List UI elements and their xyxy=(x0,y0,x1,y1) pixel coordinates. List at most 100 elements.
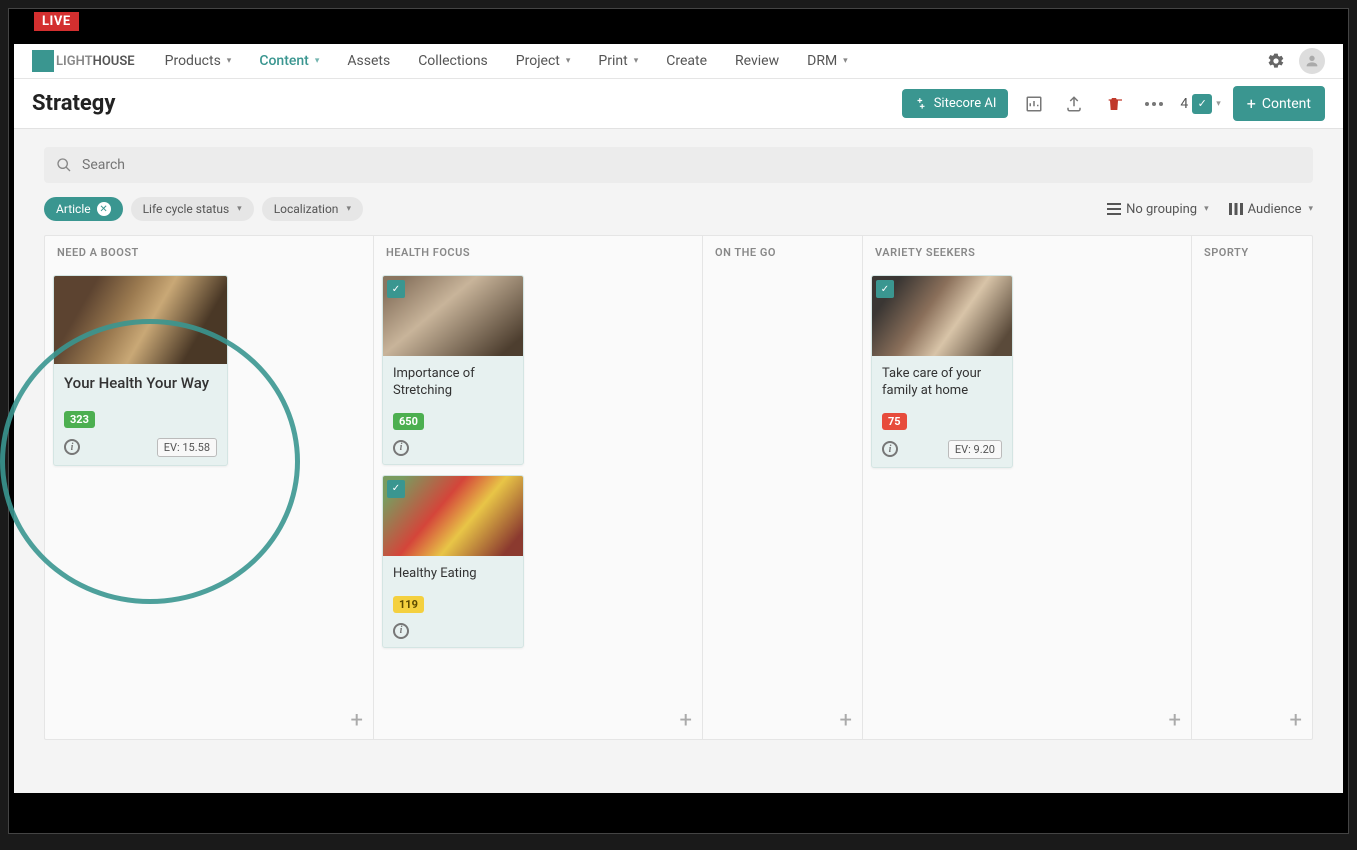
nav-print[interactable]: Print xyxy=(598,53,638,69)
ev-value: EV: 15.58 xyxy=(157,438,217,457)
user-avatar[interactable] xyxy=(1299,48,1325,74)
nav-review[interactable]: Review xyxy=(735,53,779,69)
app-window: LIGHT HOUSE Products Content Assets Coll… xyxy=(14,44,1343,793)
filter-row: Article ✕ Life cycle status Localization… xyxy=(44,197,1313,221)
column-on_the_go: ON THE GO + xyxy=(703,236,863,739)
filter-chip-article[interactable]: Article ✕ xyxy=(44,197,123,221)
logo-mark-icon xyxy=(32,50,54,72)
content-card[interactable]: ✓ Importance of Stretching 650 i xyxy=(382,275,524,465)
card-thumbnail: ✓ xyxy=(383,476,523,556)
nav-create[interactable]: Create xyxy=(666,53,707,69)
column-header: NEED A BOOST xyxy=(45,236,373,267)
card-title: Healthy Eating xyxy=(393,566,513,583)
chevron-down-icon: ▾ xyxy=(1216,99,1221,109)
column-sporty: SPORTY + xyxy=(1192,236,1312,739)
plus-icon: + xyxy=(1247,94,1256,113)
list-icon xyxy=(1107,203,1121,215)
ev-value: EV: 9.20 xyxy=(948,440,1002,459)
card-footer: i xyxy=(393,623,513,639)
search-icon xyxy=(56,157,72,173)
search-bar[interactable] xyxy=(44,147,1313,183)
card-title: Importance of Stretching xyxy=(393,366,513,400)
card-footer: i EV: 9.20 xyxy=(882,440,1002,459)
card-footer: i EV: 15.58 xyxy=(64,438,217,457)
sub-actions: Sitecore AI 4 ✓ ▾ xyxy=(902,86,1325,121)
selection-count[interactable]: 4 ✓ ▾ xyxy=(1180,94,1220,114)
audience-label: Audience xyxy=(1248,202,1302,217)
add-card-button[interactable]: + xyxy=(840,708,852,733)
filter-chip-localization[interactable]: Localization xyxy=(262,197,363,221)
gear-icon[interactable] xyxy=(1267,52,1285,70)
nav-drm[interactable]: DRM xyxy=(807,53,848,69)
page-title: Strategy xyxy=(32,91,902,116)
score-badge: 75 xyxy=(882,413,907,430)
add-card-button[interactable]: + xyxy=(1290,708,1302,733)
info-icon[interactable]: i xyxy=(64,439,80,455)
column-health_focus: HEALTH FOCUS ✓ Importance of Stretching 650… xyxy=(374,236,703,739)
logo-text-1: LIGHT xyxy=(56,54,93,69)
columns-icon xyxy=(1229,203,1243,215)
card-body: Importance of Stretching 650 i xyxy=(383,356,523,464)
search-input[interactable] xyxy=(82,157,1301,173)
stats-icon[interactable] xyxy=(1020,90,1048,118)
score-badge: 650 xyxy=(393,413,424,430)
card-body: Take care of your family at home 75 i EV: 9… xyxy=(872,356,1012,467)
column-variety_seekers: VARIETY SEEKERS ✓ Take care of your family… xyxy=(863,236,1192,739)
column-header: ON THE GO xyxy=(703,236,862,267)
upload-icon[interactable] xyxy=(1060,90,1088,118)
kanban-board: NEED A BOOST Your Health Your Way 323 i EV: … xyxy=(44,235,1313,740)
column-header: VARIETY SEEKERS xyxy=(863,236,1191,267)
filter-chip-article-label: Article xyxy=(56,202,91,216)
nav-content[interactable]: Content xyxy=(259,53,319,69)
content-card[interactable]: ✓ Healthy Eating 119 i xyxy=(382,475,524,648)
info-icon[interactable]: i xyxy=(882,441,898,457)
audience-select[interactable]: Audience xyxy=(1229,202,1313,217)
content-card[interactable]: Your Health Your Way 323 i EV: 15.58 xyxy=(53,275,228,466)
sitecore-ai-button[interactable]: Sitecore AI xyxy=(902,89,1009,118)
card-footer: i xyxy=(393,440,513,456)
ai-icon xyxy=(914,97,928,111)
score-badge: 323 xyxy=(64,411,95,428)
column-body xyxy=(1192,267,1312,739)
card-title: Take care of your family at home xyxy=(882,366,1002,400)
card-title: Your Health Your Way xyxy=(64,374,217,394)
delete-icon[interactable] xyxy=(1100,90,1128,118)
add-card-button[interactable]: + xyxy=(1169,708,1181,733)
column-header: SPORTY xyxy=(1192,236,1312,267)
check-icon[interactable]: ✓ xyxy=(876,280,894,298)
score-badge: 119 xyxy=(393,596,424,613)
add-card-button[interactable]: + xyxy=(351,708,363,733)
card-thumbnail: ✓ xyxy=(383,276,523,356)
top-right xyxy=(1267,48,1325,74)
check-icon[interactable]: ✓ xyxy=(387,480,405,498)
nav-collections[interactable]: Collections xyxy=(418,53,488,69)
column-body xyxy=(703,267,862,739)
filter-chip-lifecycle[interactable]: Life cycle status xyxy=(131,197,254,221)
nav-assets[interactable]: Assets xyxy=(347,53,390,69)
content-card[interactable]: ✓ Take care of your family at home 75 i EV: … xyxy=(871,275,1013,468)
card-thumbnail: ✓ xyxy=(872,276,1012,356)
add-card-button[interactable]: + xyxy=(680,708,692,733)
column-need_a_boost: NEED A BOOST Your Health Your Way 323 i EV: … xyxy=(45,236,374,739)
more-icon[interactable] xyxy=(1140,90,1168,118)
grouping-label: No grouping xyxy=(1126,202,1197,217)
nav-menu: Products Content Assets Collections Proj… xyxy=(165,53,1267,69)
sitecore-ai-label: Sitecore AI xyxy=(934,96,997,111)
info-icon[interactable]: i xyxy=(393,440,409,456)
column-header: HEALTH FOCUS xyxy=(374,236,702,267)
info-icon[interactable]: i xyxy=(393,623,409,639)
column-body: ✓ Take care of your family at home 75 i EV: … xyxy=(863,267,1191,739)
logo[interactable]: LIGHT HOUSE xyxy=(32,50,135,72)
card-thumbnail xyxy=(54,276,227,364)
grouping-select[interactable]: No grouping xyxy=(1107,202,1209,217)
close-icon[interactable]: ✕ xyxy=(97,202,111,216)
workspace: Article ✕ Life cycle status Localization… xyxy=(14,129,1343,793)
add-content-button[interactable]: + Content xyxy=(1233,86,1325,121)
card-body: Your Health Your Way 323 i EV: 15.58 xyxy=(54,364,227,465)
card-body: Healthy Eating 119 i xyxy=(383,556,523,647)
view-controls: No grouping Audience xyxy=(1107,202,1313,217)
check-icon[interactable]: ✓ xyxy=(387,280,405,298)
nav-project[interactable]: Project xyxy=(516,53,571,69)
nav-products[interactable]: Products xyxy=(165,53,232,69)
column-body: ✓ Importance of Stretching 650 i ✓ Healthy Ea… xyxy=(374,267,702,739)
